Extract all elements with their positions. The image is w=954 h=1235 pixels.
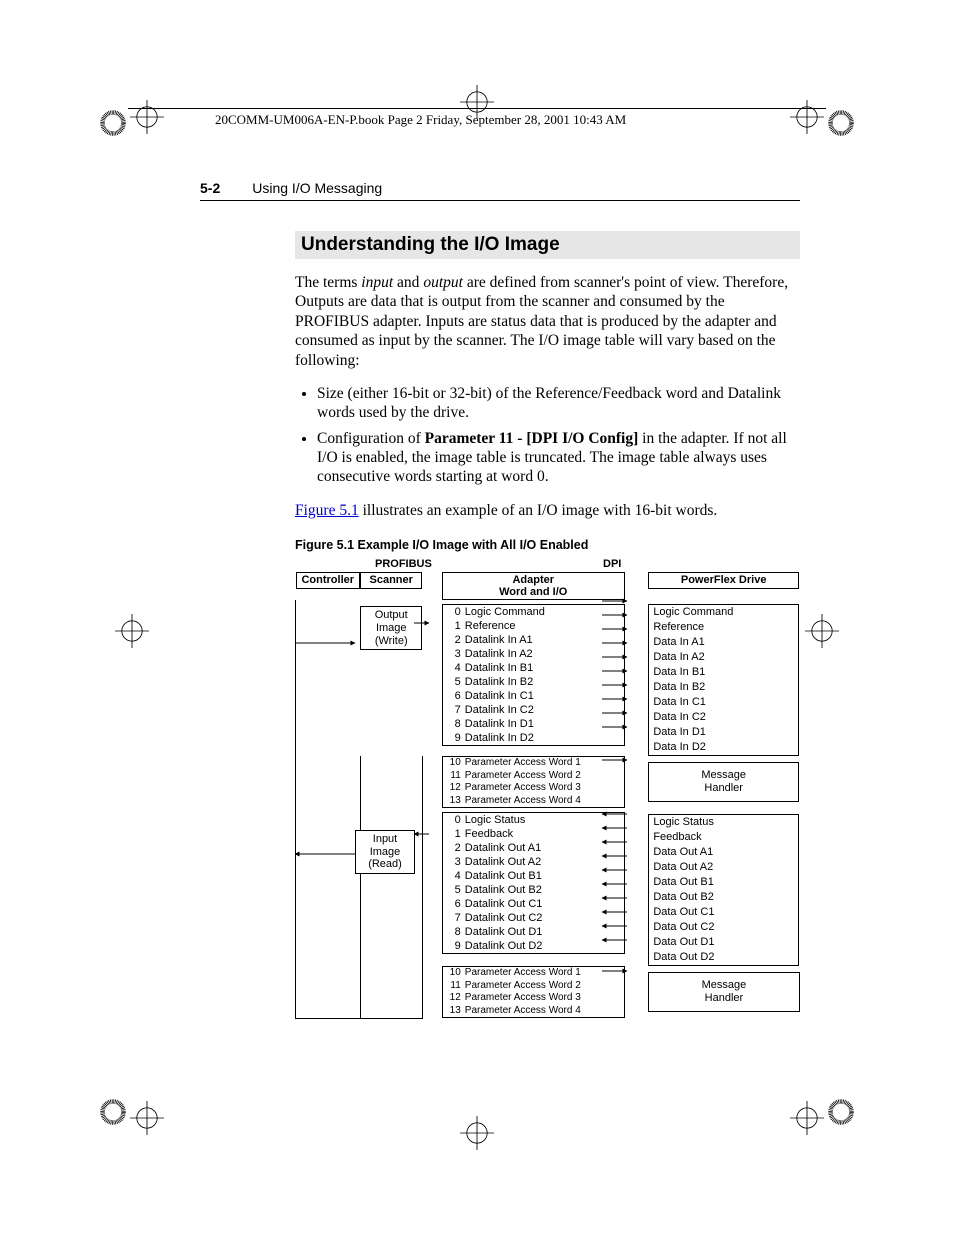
diagram-row: 1Reference — [443, 619, 624, 633]
adapter-input-rows: 0Logic Status1Feedback2Datalink Out A13D… — [442, 812, 625, 954]
diagram-row: 2Datalink In A1 — [443, 633, 624, 647]
diagram-row: 9Datalink In D2 — [443, 731, 624, 745]
diagram-row: 11Parameter Access Word 2 — [443, 770, 624, 783]
diagram-row: 7Datalink In C2 — [443, 703, 624, 717]
diagram-row: 13Parameter Access Word 4 — [443, 1005, 624, 1018]
diagram-row: Data In B1 — [649, 665, 798, 680]
diagram-row: 1Feedback — [443, 827, 624, 841]
diagram-row: 5Datalink In B2 — [443, 675, 624, 689]
diagram-row: Data Out B2 — [649, 890, 798, 905]
scanner-input-box: InputImage(Read) — [355, 830, 415, 874]
bullet-list: Size (either 16-bit or 32-bit) of the Re… — [295, 384, 800, 487]
page-title: Using I/O Messaging — [252, 180, 382, 196]
diagram-row: Data Out A1 — [649, 845, 798, 860]
diagram-row: 8Datalink Out D1 — [443, 925, 624, 939]
diagram-row: Logic Command — [649, 605, 798, 620]
io-image-diagram: PROFIBUS DPI Controller Scanner AdapterW… — [295, 558, 800, 1019]
diagram-row: 7Datalink Out C2 — [443, 911, 624, 925]
bullet-item: Configuration of Parameter 11 - [DPI I/O… — [317, 429, 800, 487]
diagram-row: Data Out D1 — [649, 935, 798, 950]
adapter-output-param-words: 10Parameter Access Word 111Parameter Acc… — [442, 756, 625, 808]
diagram-row: 12Parameter Access Word 3 — [443, 782, 624, 795]
figure-caption: Figure 5.1 Example I/O Image with All I/… — [295, 538, 800, 552]
diagram-row: Data Out A2 — [649, 860, 798, 875]
message-handler-in: MessageHandler — [648, 972, 799, 1011]
diagram-row: Data Out C1 — [649, 905, 798, 920]
diagram-row: 3Datalink In A2 — [443, 647, 624, 661]
diagram-row: Data Out C2 — [649, 920, 798, 935]
diagram-row: 6Datalink Out C1 — [443, 897, 624, 911]
diagram-row: Feedback — [649, 830, 798, 845]
label-dpi: DPI — [603, 558, 621, 571]
bullet-item: Size (either 16-bit or 32-bit) of the Re… — [317, 384, 800, 423]
diagram-row: 9Datalink Out D2 — [443, 939, 624, 953]
diagram-row: Data In C1 — [649, 695, 798, 710]
diagram-row: Data In D2 — [649, 740, 798, 755]
label-profibus: PROFIBUS — [375, 558, 432, 571]
diagram-row: 12Parameter Access Word 3 — [443, 992, 624, 1005]
diagram-row: Data Out B1 — [649, 875, 798, 890]
scanner-output-box: OutputImage(Write) — [360, 606, 422, 650]
diagram-row: 2Datalink Out A1 — [443, 841, 624, 855]
drive-output-rows: Logic CommandReferenceData In A1Data In … — [648, 604, 799, 756]
hdr-scanner: Scanner — [360, 572, 422, 589]
diagram-row: Logic Status — [649, 815, 798, 830]
diagram-row: 6Datalink In C1 — [443, 689, 624, 703]
message-handler-out: MessageHandler — [648, 762, 799, 801]
adapter-input-param-words: 10Parameter Access Word 111Parameter Acc… — [442, 966, 625, 1018]
diagram-row: 0Logic Command — [443, 605, 624, 619]
figure-leadin: Figure 5.1 illustrates an example of an … — [295, 501, 800, 520]
section-heading: Understanding the I/O Image — [295, 231, 800, 259]
diagram-row: Data In A1 — [649, 635, 798, 650]
diagram-row: Data In C2 — [649, 710, 798, 725]
diagram-row: 4Datalink In B1 — [443, 661, 624, 675]
book-header-line: 20COMM-UM006A-EN-P.book Page 2 Friday, S… — [215, 112, 626, 128]
diagram-row: 10Parameter Access Word 1 — [443, 757, 624, 770]
hdr-drive: PowerFlex Drive — [648, 572, 799, 589]
diagram-row: 4Datalink Out B1 — [443, 869, 624, 883]
drive-input-rows: Logic StatusFeedbackData Out A1Data Out … — [648, 814, 799, 966]
diagram-row: 13Parameter Access Word 4 — [443, 795, 624, 808]
diagram-row: Data In B2 — [649, 680, 798, 695]
diagram-row: 5Datalink Out B2 — [443, 883, 624, 897]
adapter-output-rows: 0Logic Command1Reference2Datalink In A13… — [442, 604, 625, 746]
diagram-row: 0Logic Status — [443, 813, 624, 827]
diagram-row: 10Parameter Access Word 1 — [443, 967, 624, 980]
hdr-adapter: AdapterWord and I/O — [442, 572, 625, 600]
diagram-row: 3Datalink Out A2 — [443, 855, 624, 869]
diagram-row: 11Parameter Access Word 2 — [443, 980, 624, 993]
diagram-row: Data In A2 — [649, 650, 798, 665]
figure-ref-link[interactable]: Figure 5.1 — [295, 502, 359, 519]
hdr-controller: Controller — [296, 572, 361, 589]
diagram-row: 8Datalink In D1 — [443, 717, 624, 731]
diagram-row: Data Out D2 — [649, 950, 798, 965]
diagram-row: Reference — [649, 620, 798, 635]
intro-paragraph: The terms input and output are defined f… — [295, 273, 800, 370]
diagram-row: Data In D1 — [649, 725, 798, 740]
page-number: 5-2 — [200, 180, 220, 196]
running-head: 5-2 Using I/O Messaging — [200, 180, 800, 201]
